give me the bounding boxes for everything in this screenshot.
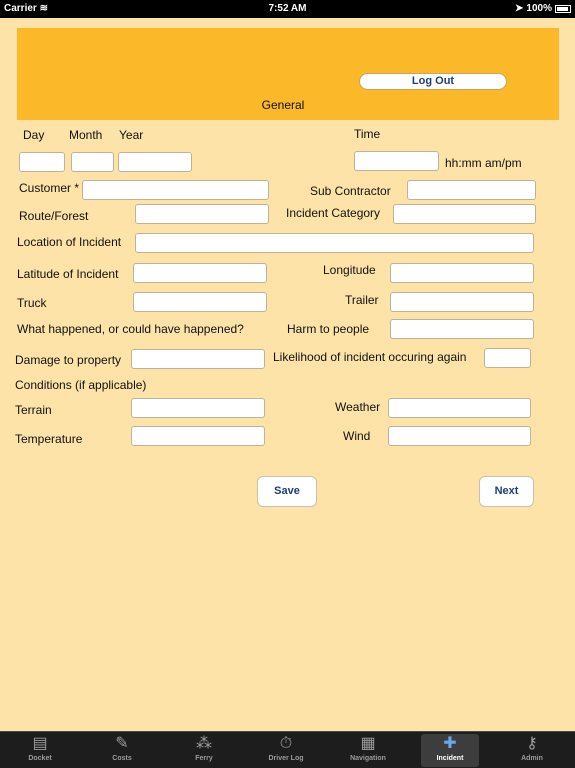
route-forest-label: Route/Forest	[19, 209, 89, 223]
weather-field[interactable]	[388, 398, 531, 418]
tab-navigation[interactable]: ▦ Navigation	[339, 734, 397, 767]
harm-field[interactable]	[390, 319, 534, 339]
customer-label: Customer *	[19, 181, 80, 195]
stopwatch-icon: ⏱	[279, 735, 293, 752]
ferry-icon: ⁂	[196, 735, 212, 752]
trailer-label: Trailer	[345, 293, 379, 307]
location-label: Location of Incident	[17, 235, 122, 249]
likelihood-label: Likelihood of incident occuring again	[273, 350, 467, 364]
month-label: Month	[69, 128, 103, 142]
logout-button[interactable]: Log Out	[359, 73, 507, 90]
truck-label: Truck	[17, 296, 47, 310]
docket-icon: ▤	[32, 735, 48, 752]
key-icon: ⚷	[526, 735, 538, 752]
time-format-hint: hh:mm am/pm	[445, 156, 522, 170]
next-button[interactable]: Next	[479, 476, 534, 507]
damage-field[interactable]	[131, 349, 265, 369]
wind-label: Wind	[343, 429, 371, 443]
location-field[interactable]	[135, 233, 534, 253]
what-happened-label: What happened, or could have happened?	[17, 322, 244, 336]
harm-label: Harm to people	[287, 322, 370, 336]
clock: 7:52 AM	[268, 3, 307, 14]
tab-bar: ▤ Docket ✎ Costs ⁂ Ferry ⏱ Driver Log ▦ …	[0, 731, 575, 768]
sub-contractor-label: Sub Contractor	[310, 184, 391, 198]
truck-field[interactable]	[133, 292, 267, 312]
header-banner: Log Out General	[17, 28, 559, 120]
tab-docket[interactable]: ▤ Docket	[11, 734, 69, 767]
sub-contractor-field[interactable]	[407, 180, 536, 200]
damage-label: Damage to property	[15, 353, 122, 367]
day-label: Day	[23, 128, 45, 142]
time-field[interactable]	[354, 151, 439, 171]
weather-label: Weather	[335, 400, 381, 414]
costs-icon: ✎	[115, 735, 129, 752]
tab-incident[interactable]: ✚ Incident	[421, 734, 479, 767]
latitude-field[interactable]	[133, 263, 267, 283]
customer-field[interactable]	[82, 180, 269, 200]
trailer-field[interactable]	[390, 292, 534, 312]
longitude-field[interactable]	[390, 263, 534, 283]
year-label: Year	[119, 128, 144, 142]
first-aid-icon: ✚	[443, 735, 457, 752]
wind-field[interactable]	[388, 426, 531, 446]
month-field[interactable]	[71, 152, 114, 172]
battery-icon	[555, 4, 571, 13]
longitude-label: Longitude	[323, 263, 376, 277]
save-button[interactable]: Save	[257, 476, 317, 507]
incident-category-label: Incident Category	[286, 206, 381, 220]
tab-costs[interactable]: ✎ Costs	[93, 734, 151, 767]
status-right: ➤ 100%	[515, 3, 571, 14]
temperature-field[interactable]	[131, 426, 265, 446]
terrain-label: Terrain	[15, 403, 52, 417]
incident-category-field[interactable]	[393, 204, 536, 224]
page-title: General	[261, 98, 305, 112]
map-icon: ▦	[360, 735, 376, 752]
latitude-label: Latitude of Incident	[17, 267, 119, 281]
route-forest-field[interactable]	[135, 204, 269, 224]
year-field[interactable]	[118, 152, 192, 172]
temperature-label: Temperature	[15, 432, 83, 446]
day-field[interactable]	[19, 152, 65, 172]
conditions-heading: Conditions (if applicable)	[15, 378, 147, 392]
tab-admin[interactable]: ⚷ Admin	[503, 734, 561, 767]
terrain-field[interactable]	[131, 398, 265, 418]
status-bar: Carrier ≋ 7:52 AM ➤ 100%	[0, 0, 575, 18]
likelihood-field[interactable]	[484, 348, 531, 368]
tab-driver-log[interactable]: ⏱ Driver Log	[257, 734, 315, 767]
time-label: Time	[354, 127, 381, 141]
battery-percent: 100%	[526, 3, 552, 14]
location-arrow-icon: ➤	[515, 3, 524, 14]
tab-ferry[interactable]: ⁂ Ferry	[175, 734, 233, 767]
